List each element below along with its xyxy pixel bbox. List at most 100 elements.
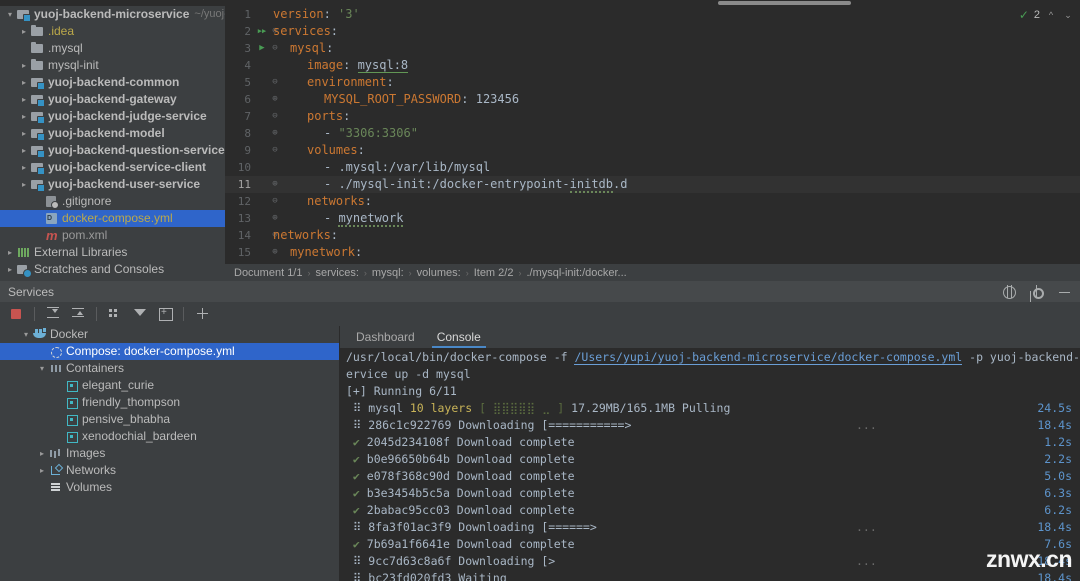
chevron-right-icon[interactable] [18,108,30,125]
project-tree-item[interactable]: External Libraries [0,244,225,261]
code-line[interactable]: 14 ⊖ networks: [225,227,1080,244]
code-line[interactable]: 13 ⊕ - mynetwork [225,210,1080,227]
services-tree-item[interactable]: Images [0,445,339,462]
line-number: 5 [244,76,251,89]
console-output[interactable]: /usr/local/bin/docker-compose -f /Users/… [340,348,1080,581]
filter-icon[interactable] [129,303,151,325]
code-line[interactable]: 7 ⊖ ports: [225,108,1080,125]
chevron-right-icon[interactable] [18,176,30,193]
code-token: '3' [338,7,360,21]
project-tree-item[interactable]: yuoj-backend-model [0,125,225,142]
project-tree[interactable]: yuoj-backend-microservice ~/yuoj- .idea .my… [0,6,225,281]
tab-dashboard[interactable]: Dashboard [345,326,426,348]
breadcrumb-item[interactable]: Item 2/2 [474,267,514,279]
services-tree-item[interactable]: Compose: docker-compose.yml [0,343,339,360]
code-area[interactable]: 1 version: '3' 2 ▶▶ ⊖ services: 3 ▶ ⊖ mysql: 4 imag… [225,6,1080,264]
services-title: Services [8,284,55,299]
chevron-right-icon[interactable] [18,125,30,142]
code-token: mysql [290,41,327,55]
code-line[interactable]: 5 ⊖ environment: [225,74,1080,91]
services-tree-item[interactable]: Docker [0,326,339,343]
help-icon[interactable] [1002,284,1016,299]
minimize-icon[interactable] [1058,285,1072,299]
chevron-right-icon[interactable] [18,74,30,91]
chevron-right-icon[interactable] [36,462,48,479]
run-icon[interactable]: ▶ [255,40,269,57]
services-tree-item-label: elegant_curie [82,378,155,392]
project-tree-item[interactable]: .mysql [0,40,225,57]
services-tree-item[interactable]: xenodochial_bardeen [0,428,339,445]
project-tree-item[interactable]: .gitignore [0,193,225,210]
project-tree-item[interactable]: docker-compose.yml [0,210,225,227]
project-tree-item[interactable]: yuoj-backend-service-client [0,159,225,176]
code-line[interactable]: 11 ⊕ - ./mysql-init:/docker-entrypoint-ini… [225,176,1080,193]
chevron-right-icon[interactable] [4,261,16,278]
code-line[interactable]: 9 ⊖ volumes: [225,142,1080,159]
project-tree-item[interactable]: Scratches and Consoles [0,261,225,278]
breadcrumb-item[interactable]: volumes: [417,267,461,279]
console-tab-bar[interactable]: Dashboard Console [340,326,1080,348]
stop-icon[interactable] [5,303,27,325]
breadcrumb-separator: › [363,267,367,278]
volumes-icon [48,479,63,496]
project-tree-item[interactable]: pom.xml [0,227,225,244]
breadcrumb-item[interactable]: Document 1/1 [234,267,302,279]
chevron-down-icon[interactable] [4,6,16,23]
add-icon[interactable] [191,303,213,325]
code-text: MYSQL_ROOT_PASSWORD: 123456 [273,91,519,108]
chevron-down-icon[interactable]: ⌄ [1062,10,1074,21]
breadcrumb-item[interactable]: services: [315,267,358,279]
code-line[interactable]: 6 ⊕ MYSQL_ROOT_PASSWORD: 123456 [225,91,1080,108]
chevron-right-icon[interactable] [4,244,16,261]
project-tree-item[interactable]: yuoj-backend-common [0,74,225,91]
collapse-all-icon[interactable] [67,303,89,325]
tab-console[interactable]: Console [426,326,492,348]
code-editor[interactable]: 1 version: '3' 2 ▶▶ ⊖ services: 3 ▶ ⊖ mysql: 4 imag… [225,6,1080,281]
code-token: image [307,58,344,72]
chevron-right-icon[interactable] [18,159,30,176]
container-icon [64,377,79,394]
project-tree-item[interactable]: yuoj-backend-judge-service [0,108,225,125]
services-tree-item[interactable]: Containers [0,360,339,377]
chevron-right-icon[interactable] [18,142,30,159]
chevron-down-icon[interactable] [20,326,32,343]
editor-inspection-widget[interactable]: ✓ 2 ^ ⌄ [1019,8,1074,22]
chevron-right-icon[interactable] [18,57,30,74]
project-tree-item[interactable]: yuoj-backend-question-service [0,142,225,159]
services-tree-item[interactable]: pensive_bhabha [0,411,339,428]
expand-all-icon[interactable] [42,303,64,325]
code-line[interactable]: 12 ⊖ networks: [225,193,1080,210]
breadcrumb[interactable]: Document 1/1 › services: › mysql: › volumes: › I… [225,264,1080,281]
code-line[interactable]: 8 ⊕ - "3306:3306" [225,125,1080,142]
code-line[interactable]: 10 - .mysql:/var/lib/mysql [225,159,1080,176]
services-tree-item[interactable]: friendly_thompson [0,394,339,411]
project-tree-item[interactable]: mysql-init [0,57,225,74]
scrollbar-thumb[interactable] [718,1,851,5]
services-tree-item[interactable]: elegant_curie [0,377,339,394]
services-tree-item[interactable]: Volumes [0,479,339,496]
chevron-right-icon[interactable] [36,445,48,462]
breadcrumb-item[interactable]: mysql: [372,267,404,279]
chevron-right-icon[interactable] [18,91,30,108]
console-status-line: [+] Running 6/11 [340,383,1080,400]
code-line[interactable]: 3 ▶ ⊖ mysql: [225,40,1080,57]
services-tree-item[interactable]: Networks [0,462,339,479]
group-by-icon[interactable] [104,303,126,325]
code-line[interactable]: 2 ▶▶ ⊖ services: [225,23,1080,40]
chevron-down-icon[interactable] [36,360,48,377]
code-line[interactable]: 15 ⊕ mynetwork: [225,244,1080,261]
chevron-right-icon[interactable] [18,23,30,40]
code-line[interactable]: 4 image: mysql:8 [225,57,1080,74]
new-tab-icon[interactable] [154,303,176,325]
breadcrumb-item[interactable]: ./mysql-init:/docker... [526,267,626,279]
project-tree-item[interactable]: yuoj-backend-gateway [0,91,225,108]
project-tree-item[interactable]: yuoj-backend-user-service [0,176,225,193]
command-path-link[interactable]: /Users/yupi/yuoj-backend-microservice/do… [574,350,963,365]
gear-icon[interactable] [1030,284,1044,299]
run-all-icon[interactable]: ▶▶ [255,23,269,40]
chevron-up-icon[interactable]: ^ [1045,10,1057,20]
project-tree-item[interactable]: yuoj-backend-microservice ~/yuoj- [0,6,225,23]
services-tree[interactable]: Docker Compose: docker-compose.yml Contain… [0,326,339,581]
project-tree-item[interactable]: .idea [0,23,225,40]
code-line[interactable]: 1 version: '3' [225,6,1080,23]
